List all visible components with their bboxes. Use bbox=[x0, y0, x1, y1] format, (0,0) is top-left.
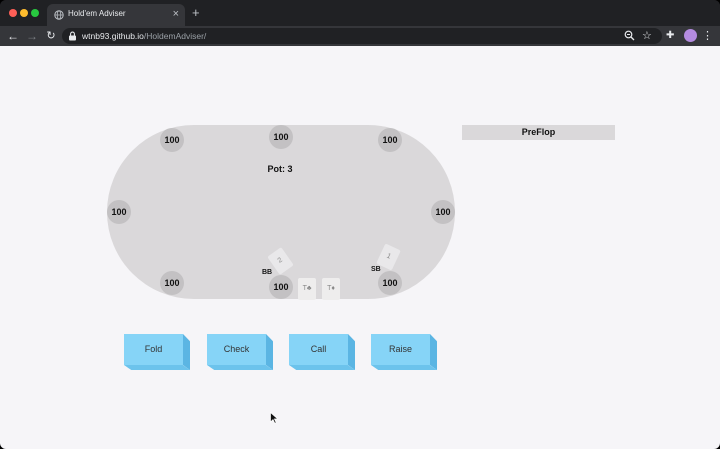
reload-icon[interactable]: ↻ bbox=[43, 28, 59, 44]
avatar[interactable] bbox=[684, 29, 697, 42]
tab-close-icon[interactable]: × bbox=[173, 7, 179, 21]
tab-title: Hold'em Adviser bbox=[68, 9, 126, 18]
zoom-icon[interactable] bbox=[624, 30, 635, 41]
seat-mid-right: 100 bbox=[431, 200, 455, 224]
fold-button-side bbox=[183, 334, 190, 370]
seat-mid-left: 100 bbox=[107, 200, 131, 224]
browser-window: Hold'em Adviser × + ← → ↻ wtnb93.github.… bbox=[0, 0, 720, 449]
menu-icon[interactable]: ⋮ bbox=[702, 28, 713, 44]
check-button-label: Check bbox=[207, 334, 266, 365]
raise-button-bottom bbox=[371, 365, 437, 370]
seat-top-center: 100 bbox=[269, 125, 293, 149]
raise-button[interactable]: Raise bbox=[371, 334, 437, 370]
address-bar[interactable]: wtnb93.github.io/HoldemAdviser/ bbox=[62, 28, 662, 44]
tab-holdem-adviser[interactable]: Hold'em Adviser × bbox=[47, 4, 185, 26]
raise-button-label: Raise bbox=[371, 334, 430, 365]
pot-label: Pot: 3 bbox=[267, 164, 293, 174]
call-button-bottom bbox=[289, 365, 355, 370]
check-button-bottom bbox=[207, 365, 273, 370]
fold-button-label: Fold bbox=[124, 334, 183, 365]
call-button-label: Call bbox=[289, 334, 348, 365]
browser-toolbar: ← → ↻ wtnb93.github.io/HoldemAdviser/ ☆ … bbox=[0, 26, 720, 46]
big-blind-marker: BB bbox=[262, 269, 273, 276]
mouse-cursor-icon bbox=[270, 412, 279, 424]
new-tab-button[interactable]: + bbox=[192, 6, 200, 20]
call-button[interactable]: Call bbox=[289, 334, 355, 370]
url-host: wtnb93.github.io bbox=[82, 31, 144, 41]
hole-card-2: T♦ bbox=[322, 278, 340, 300]
hole-card-1: T♣ bbox=[298, 278, 316, 300]
forward-icon[interactable]: → bbox=[24, 28, 40, 44]
small-blind-marker: SB bbox=[371, 266, 381, 273]
back-icon[interactable]: ← bbox=[5, 28, 21, 44]
seat-top-left: 100 bbox=[160, 128, 184, 152]
check-button[interactable]: Check bbox=[207, 334, 273, 370]
seat-bottom-left: 100 bbox=[160, 271, 184, 295]
fold-button-bottom bbox=[124, 365, 190, 370]
close-window-button[interactable] bbox=[9, 9, 17, 17]
star-icon[interactable]: ☆ bbox=[642, 28, 652, 44]
extensions-icon[interactable]: ✚ bbox=[666, 29, 674, 43]
url-path: /HoldemAdviser/ bbox=[143, 31, 207, 41]
maximize-window-button[interactable] bbox=[31, 9, 39, 17]
url-text: wtnb93.github.io/HoldemAdviser/ bbox=[82, 30, 206, 42]
fold-button[interactable]: Fold bbox=[124, 334, 190, 370]
page-content: 100 100 100 100 100 100 100 100 Pot: 3 2… bbox=[0, 46, 720, 449]
minimize-window-button[interactable] bbox=[20, 9, 28, 17]
lock-icon bbox=[69, 31, 76, 41]
call-button-side bbox=[348, 334, 355, 370]
tab-bar: Hold'em Adviser × + bbox=[0, 0, 720, 26]
seat-top-right: 100 bbox=[378, 128, 402, 152]
check-button-side bbox=[266, 334, 273, 370]
seat-bottom-center: 100 bbox=[269, 275, 293, 299]
globe-icon bbox=[54, 10, 64, 20]
stage-indicator: PreFlop bbox=[462, 125, 615, 140]
raise-button-side bbox=[430, 334, 437, 370]
seat-bottom-right: 100 bbox=[378, 271, 402, 295]
